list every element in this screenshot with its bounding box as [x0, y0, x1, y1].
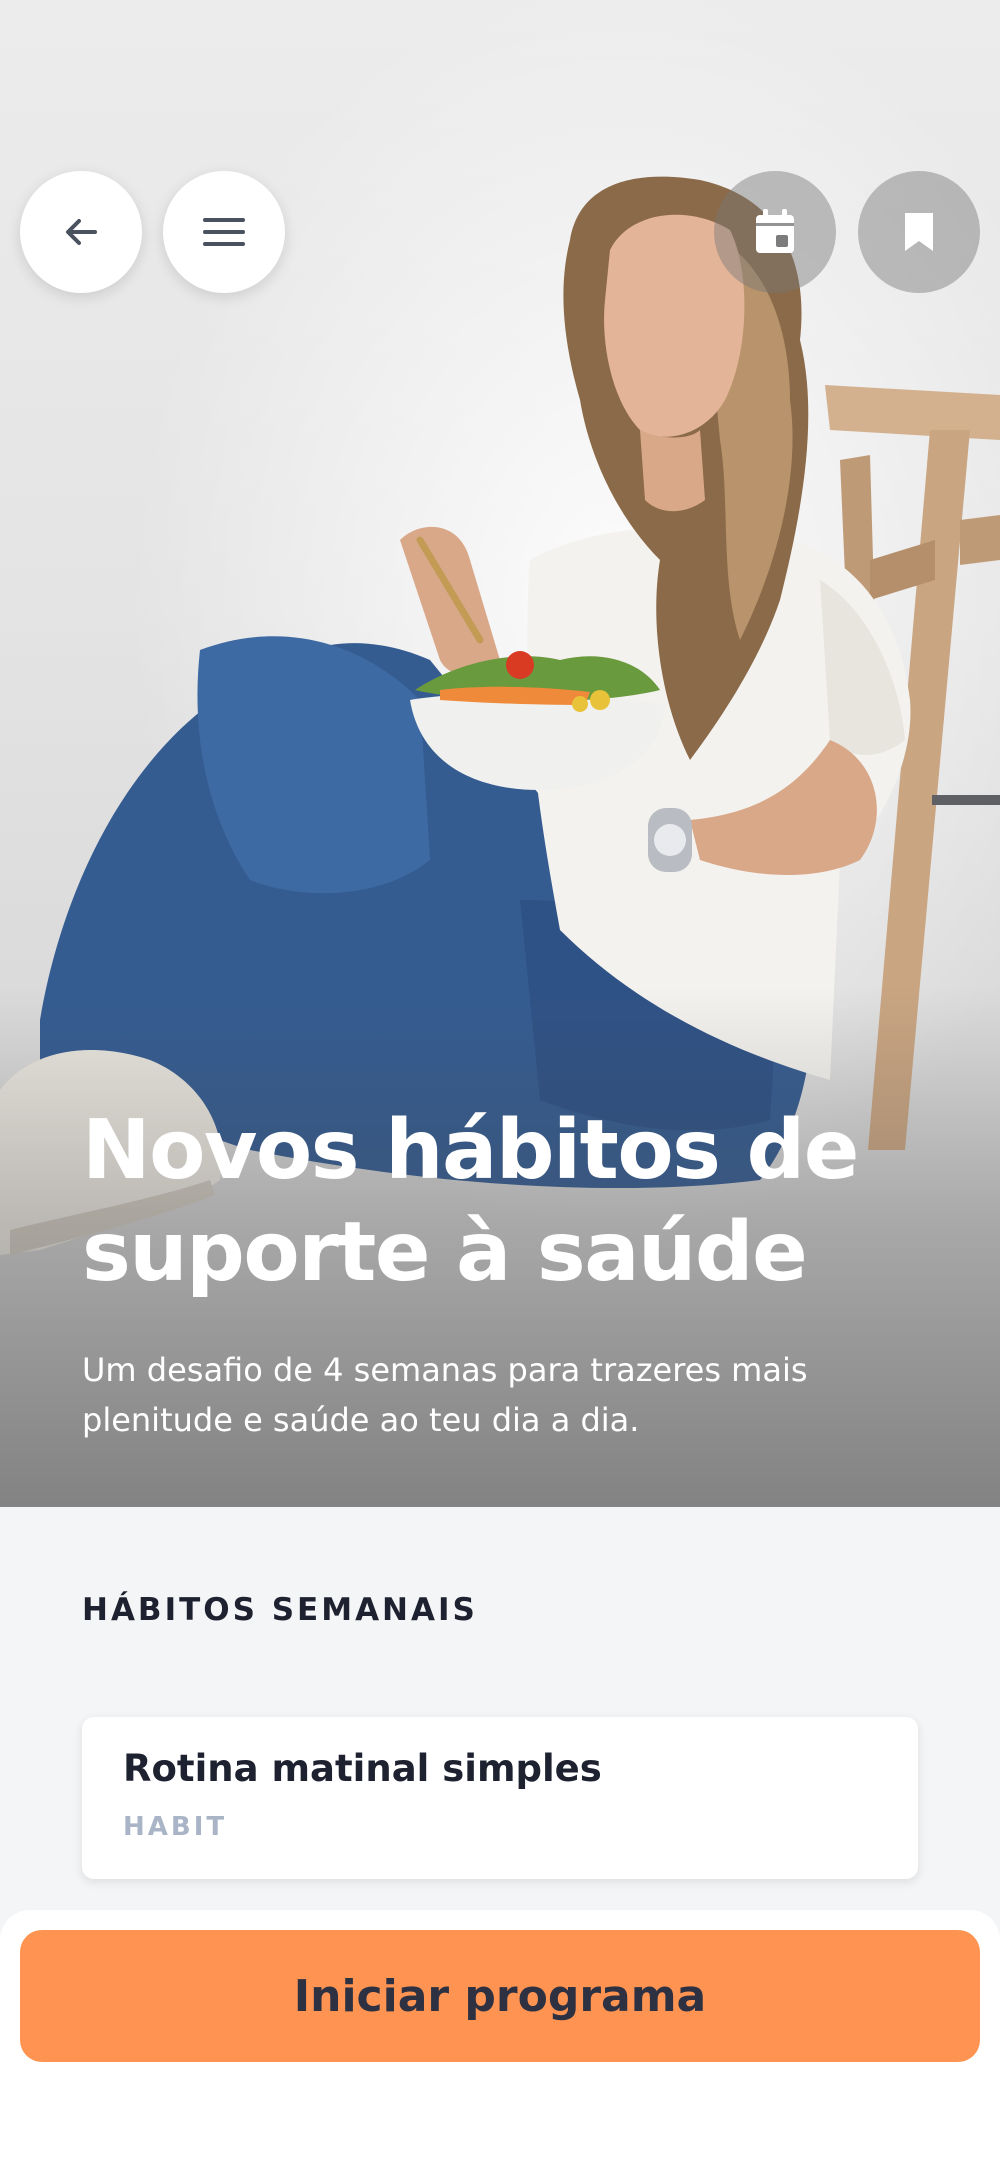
program-description: Um desafio de 4 semanas para trazeres ma…: [82, 1351, 808, 1439]
calendar-icon: [756, 209, 794, 253]
start-program-button[interactable]: Iniciar programa: [20, 1930, 980, 2062]
habit-card[interactable]: Rotina matinal simples HABIT: [82, 1717, 918, 1879]
bookmark-button[interactable]: [858, 171, 980, 293]
bookmark-icon: [905, 213, 933, 251]
habit-title: Rotina matinal simples: [123, 1747, 602, 1790]
bottom-action-bar: Iniciar programa: [0, 1910, 1000, 2168]
arrow-left-icon: [66, 219, 97, 245]
hero: Novos hábitos de suporte à saúde Um desa…: [0, 0, 1000, 1507]
calendar-button[interactable]: [714, 171, 836, 293]
program-title: Novos hábitos de suporte à saúde: [82, 1103, 859, 1300]
habit-type-tag: HABIT: [123, 1812, 228, 1842]
section-title-weekly-habits: HÁBITOS SEMANAIS: [82, 1592, 478, 1628]
menu-button[interactable]: [163, 171, 285, 293]
back-button[interactable]: [20, 171, 142, 293]
hamburger-menu-icon: [203, 218, 245, 246]
